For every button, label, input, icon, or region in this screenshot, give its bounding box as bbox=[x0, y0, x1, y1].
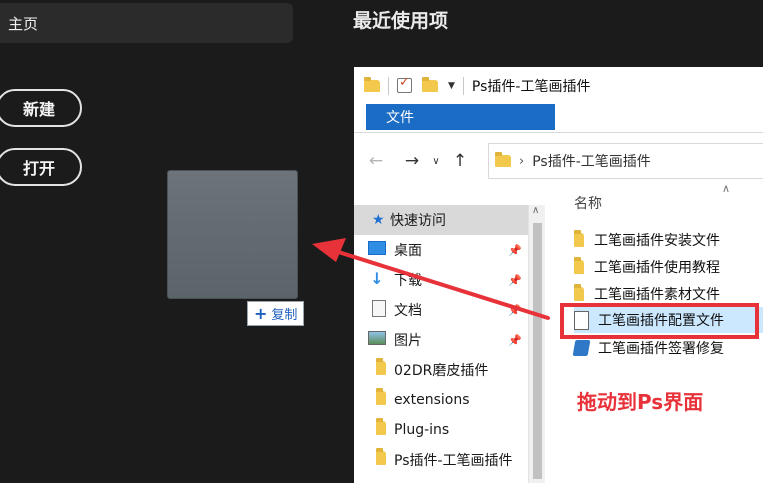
nav-item-label: 快速访问 bbox=[390, 213, 446, 229]
file-explorer-window: ▼ Ps插件-工笔画插件 文件 主页 共享 查看 ← → ∨ ↑ › Ps插件-… bbox=[354, 67, 763, 483]
signature-app-icon bbox=[572, 340, 591, 356]
pictures-icon bbox=[368, 331, 386, 345]
pin-icon[interactable]: 📌 bbox=[508, 304, 522, 317]
pin-icon[interactable]: 📌 bbox=[508, 244, 522, 257]
recent-locations-chevron-icon[interactable]: ∨ bbox=[424, 156, 448, 167]
back-arrow-icon[interactable]: ← bbox=[364, 151, 388, 171]
home-nav-item[interactable]: 主页 bbox=[0, 3, 293, 43]
nav-item-folder[interactable]: Ps插件-工笔画插件 bbox=[354, 445, 528, 475]
ribbon-tabs: 文件 主页 共享 查看 bbox=[354, 104, 763, 133]
nav-item-folder[interactable]: extensions bbox=[354, 385, 528, 415]
folder-icon bbox=[495, 152, 511, 167]
folder-icon bbox=[364, 76, 380, 92]
folder-icon bbox=[376, 448, 386, 465]
list-item[interactable]: 工笔画插件安装文件 bbox=[574, 227, 763, 253]
forward-arrow-icon[interactable]: → bbox=[400, 151, 424, 171]
properties-icon[interactable] bbox=[397, 75, 412, 93]
open-button-label: 打开 bbox=[22, 159, 55, 178]
up-arrow-icon[interactable]: ↑ bbox=[448, 151, 472, 171]
scroll-up-icon[interactable]: ∧ bbox=[532, 205, 539, 216]
nav-item-folder[interactable]: 02DR磨皮插件 bbox=[354, 355, 528, 385]
folder-icon bbox=[574, 230, 584, 247]
new-button[interactable]: 新建 bbox=[0, 89, 82, 127]
open-button[interactable]: 打开 bbox=[0, 148, 82, 186]
explorer-titlebar: ▼ Ps插件-工笔画插件 bbox=[354, 67, 763, 104]
address-box[interactable]: › Ps插件-工笔画插件 bbox=[488, 143, 763, 179]
nav-item-label: Ps插件-工笔画插件 bbox=[394, 453, 513, 469]
nav-item-quick-access[interactable]: ★ 快速访问 bbox=[354, 205, 528, 235]
nav-item-pictures[interactable]: 图片 📌 bbox=[354, 325, 528, 355]
nav-item-folder[interactable]: Plug-ins bbox=[354, 415, 528, 445]
recent-title: 最近使用项 bbox=[353, 10, 449, 32]
drag-preview-thumbnail bbox=[167, 170, 298, 299]
drag-instruction-annotation: 拖动到Ps界面 bbox=[577, 390, 704, 414]
home-nav-label: 主页 bbox=[8, 14, 39, 33]
pin-icon[interactable]: 📌 bbox=[508, 334, 522, 347]
folder-icon bbox=[376, 418, 386, 435]
folder-icon bbox=[376, 388, 386, 405]
divider bbox=[462, 76, 464, 95]
nav-item-label: 桌面 bbox=[394, 243, 422, 259]
pin-icon[interactable]: 📌 bbox=[508, 274, 522, 287]
folder-icon bbox=[376, 358, 386, 375]
copy-drop-badge: + 复制 bbox=[247, 301, 305, 326]
highlight-box bbox=[560, 303, 759, 339]
folder-icon bbox=[574, 257, 584, 274]
new-button-label: 新建 bbox=[22, 100, 55, 119]
nav-item-label: 图片 bbox=[394, 333, 422, 349]
file-name: 工笔画插件素材文件 bbox=[594, 287, 720, 303]
star-icon: ★ bbox=[372, 212, 385, 228]
nav-item-label: 下载 bbox=[394, 273, 422, 289]
quick-access-dropdown-icon[interactable]: ▼ bbox=[448, 81, 455, 91]
nav-item-label: 文档 bbox=[394, 303, 422, 319]
desktop-icon bbox=[368, 241, 386, 255]
navigation-pane: ★ 快速访问 桌面 📌 ↓ 下载 📌 文档 📌 图片 📌 02DR磨皮插件 ex… bbox=[354, 205, 528, 483]
download-icon: ↓ bbox=[370, 269, 384, 288]
copy-badge-label: 复制 bbox=[271, 308, 298, 323]
list-item[interactable]: 工笔画插件使用教程 bbox=[574, 254, 763, 280]
nav-item-downloads[interactable]: ↓ 下载 📌 bbox=[354, 265, 528, 295]
nav-item-documents[interactable]: 文档 📌 bbox=[354, 295, 528, 325]
nav-item-desktop[interactable]: 桌面 📌 bbox=[354, 235, 528, 265]
tab-file[interactable]: 文件 bbox=[366, 104, 555, 130]
nav-item-label: 02DR磨皮插件 bbox=[394, 363, 489, 379]
file-name: 工笔画插件签署修复 bbox=[598, 341, 724, 357]
sort-chevron-icon[interactable]: ∧ bbox=[722, 182, 730, 195]
file-name: 工笔画插件安装文件 bbox=[594, 233, 720, 249]
folder-icon bbox=[574, 284, 584, 301]
nav-scrollbar[interactable]: ∧ bbox=[528, 205, 545, 483]
nav-item-label: extensions bbox=[394, 392, 470, 408]
window-title: Ps插件-工笔画插件 bbox=[471, 78, 591, 95]
address-path: Ps插件-工笔画插件 bbox=[532, 154, 651, 170]
scrollbar-thumb[interactable] bbox=[533, 223, 542, 479]
address-bar-row: ← → ∨ ↑ › Ps插件-工笔画插件 bbox=[354, 139, 763, 183]
column-header-name[interactable]: 名称 bbox=[574, 193, 602, 213]
plus-icon: + bbox=[254, 304, 268, 323]
divider bbox=[388, 76, 389, 95]
file-name: 工笔画插件使用教程 bbox=[594, 260, 720, 276]
chevron-right-icon[interactable]: › bbox=[519, 154, 524, 169]
new-folder-icon[interactable] bbox=[422, 76, 438, 92]
nav-item-label: Plug-ins bbox=[394, 422, 450, 438]
document-icon bbox=[372, 299, 386, 317]
